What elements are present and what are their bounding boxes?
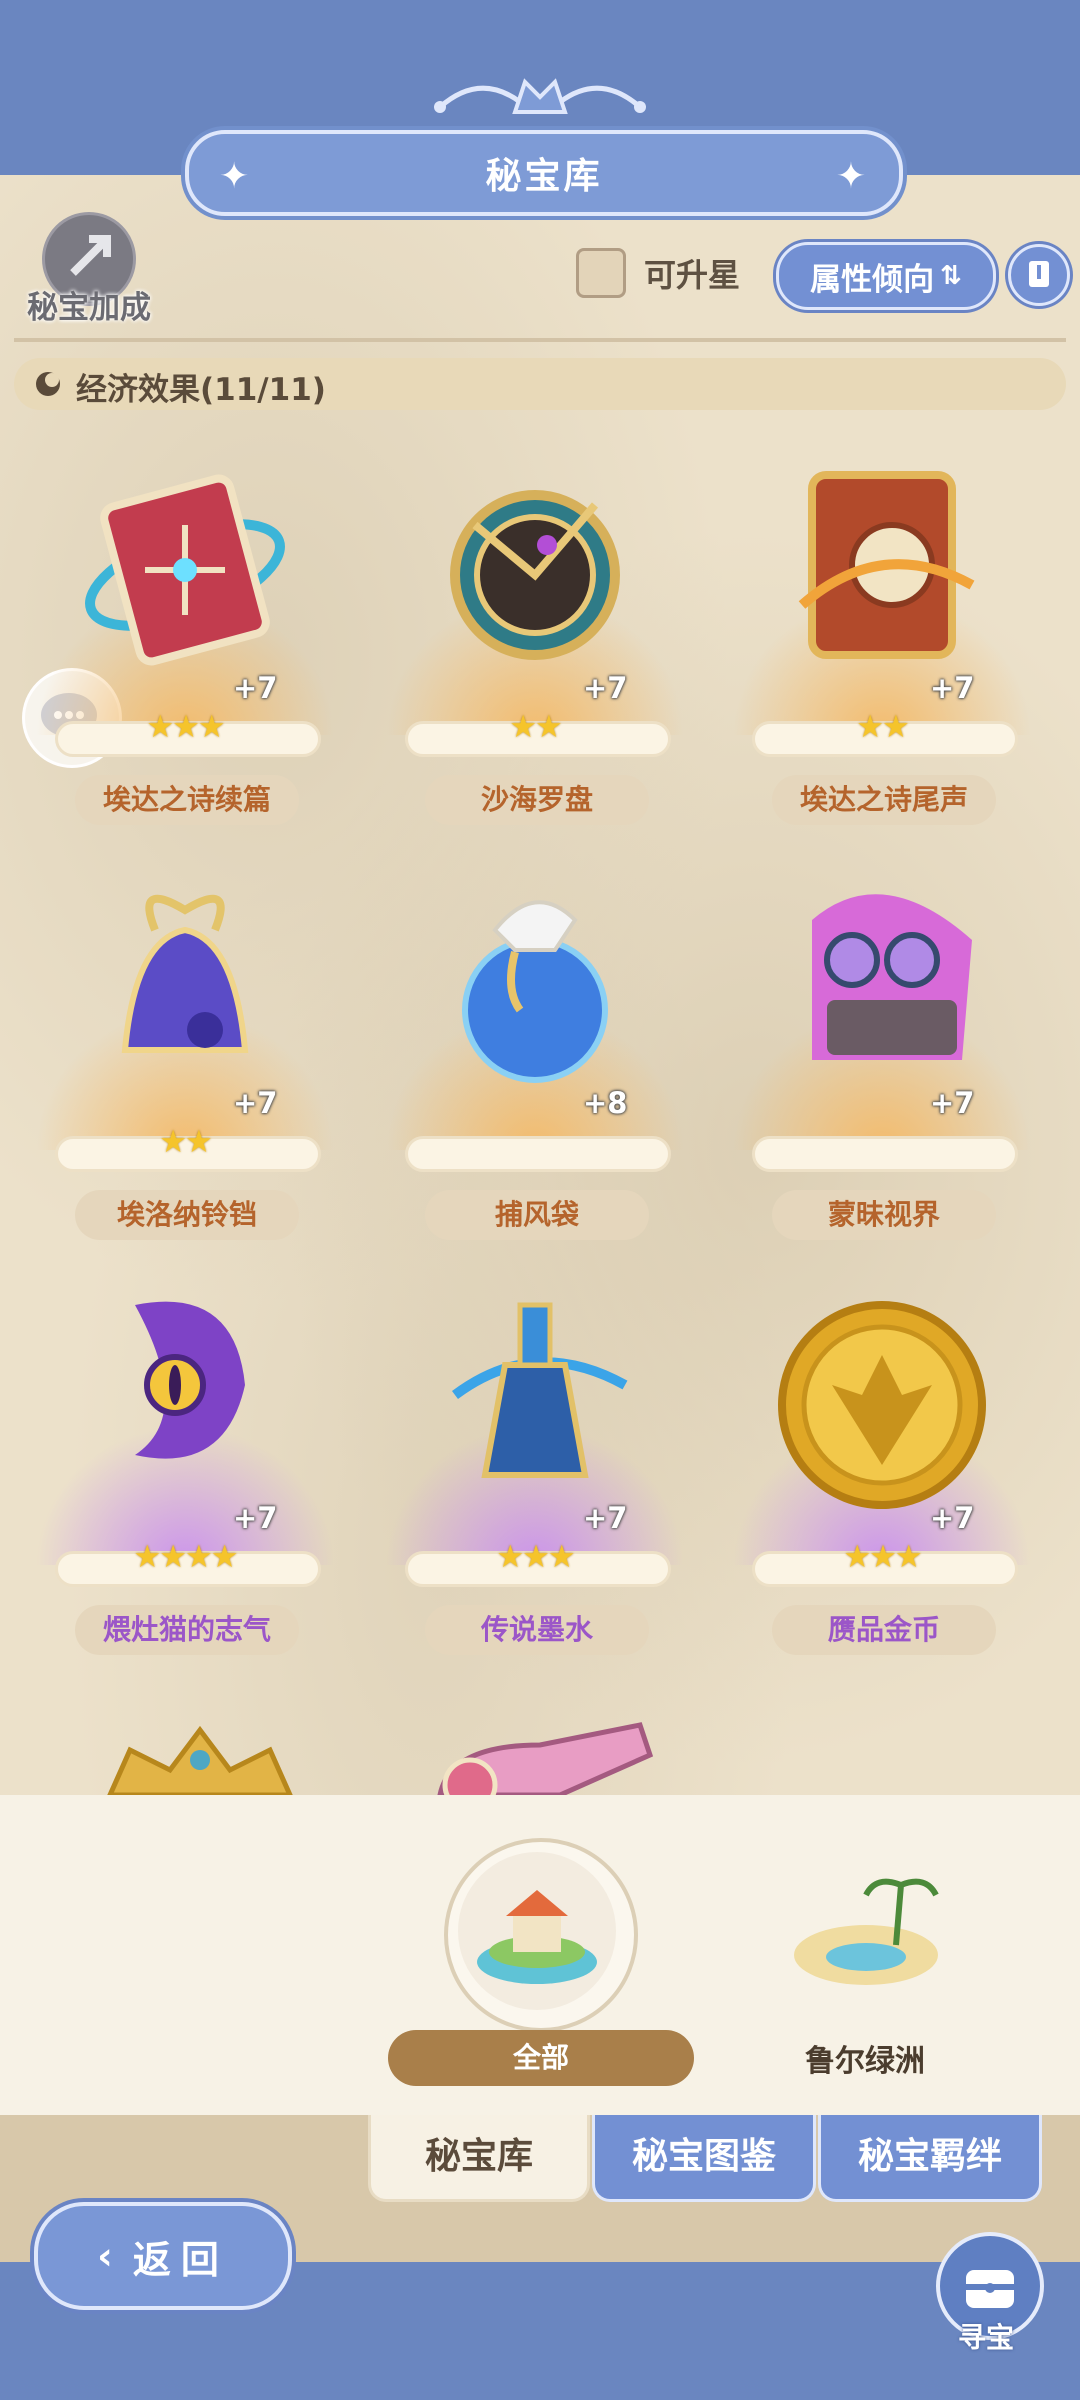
banner-star-icon: ✦: [835, 156, 869, 197]
item-card[interactable]: +7 ★★ 沙海罗盘: [385, 445, 685, 825]
bonus-button[interactable]: 秘宝加成: [14, 212, 164, 326]
item-name: 赝品金币: [772, 1605, 996, 1655]
sort-icon: ⇅: [940, 261, 962, 291]
tab-bond[interactable]: 秘宝羁绊: [818, 2115, 1042, 2202]
item-card[interactable]: +7 ★★★ 传说墨水: [385, 1275, 685, 1655]
back-button[interactable]: ‹ 返回: [34, 2202, 292, 2310]
brown-book-icon: [798, 471, 975, 659]
item-card[interactable]: +7 蒙昧视界: [732, 860, 1032, 1240]
item-card[interactable]: +8 捕风袋: [385, 860, 685, 1240]
item-name: 埃达之诗续篇: [75, 775, 299, 825]
book-icon: [1029, 261, 1049, 287]
region-all-button[interactable]: [458, 1852, 616, 2010]
item-name: 煨灶猫的志气: [75, 1605, 299, 1655]
treasure-label[interactable]: 寻宝: [930, 2316, 1042, 2356]
house-island-icon: [477, 1890, 597, 1984]
ink-bottle-icon: [452, 1302, 628, 1478]
item-name: 埃达之诗尾声: [772, 775, 996, 825]
sort-button[interactable]: 属性倾向 ⇅: [776, 242, 996, 310]
item-level: +7: [930, 1086, 975, 1120]
item-level: +7: [583, 1501, 628, 1535]
tab-codex[interactable]: 秘宝图鉴: [592, 2115, 816, 2202]
book-button[interactable]: [1008, 244, 1070, 306]
item-card[interactable]: +7 ★★ 埃洛纳铃铛: [35, 860, 335, 1240]
item-card[interactable]: +7 ★★ 埃达之诗尾声: [732, 445, 1032, 825]
red-book-icon: [85, 474, 285, 666]
back-label: 返回: [132, 2237, 229, 2282]
section-title: 经济效果(11/11): [76, 372, 326, 408]
back-arrow-icon: ‹: [97, 2234, 123, 2278]
gold-coin-icon: [778, 1301, 986, 1509]
item-level: +7: [930, 671, 975, 705]
title-banner: ✦ 秘宝库 ✦: [185, 130, 903, 216]
section-header: 经济效果(11/11): [14, 358, 1066, 410]
page-title: 秘宝库: [485, 156, 603, 197]
wind-bag-icon: [462, 900, 608, 1083]
banner-star-icon: ✦: [219, 156, 253, 197]
upgradable-checkbox[interactable]: [576, 248, 626, 298]
bonus-label: 秘宝加成: [27, 290, 151, 326]
goggles-icon: [812, 894, 972, 1060]
item-card[interactable]: +7 ★★★★ 煨灶猫的志气: [35, 1275, 335, 1655]
title-ornament-icon: [434, 78, 646, 114]
item-card[interactable]: +7 ★★★ 埃达之诗续篇: [35, 445, 335, 825]
item-stars: ★★★: [496, 1539, 575, 1575]
tab-vault[interactable]: 秘宝库: [368, 2115, 590, 2202]
economy-icon: [36, 372, 60, 396]
divider: [14, 338, 1066, 342]
item-level: +7: [233, 671, 278, 705]
compass-icon: [450, 490, 620, 660]
pedestal: [405, 1136, 671, 1172]
pedestal: [752, 1136, 1018, 1172]
item-name: 蒙昧视界: [772, 1190, 996, 1240]
region-oasis-label[interactable]: 鲁尔绿洲: [760, 2036, 970, 2080]
sort-label: 属性倾向: [810, 261, 935, 298]
item-level: +7: [583, 671, 628, 705]
item-name: 沙海罗盘: [425, 775, 649, 825]
item-stars: ★★: [159, 1124, 213, 1160]
item-level: +7: [930, 1501, 975, 1535]
crown-icon: [107, 1725, 293, 1795]
telescope-icon: [437, 1722, 654, 1795]
item-name: 传说墨水: [425, 1605, 649, 1655]
item-level: +7: [233, 1501, 278, 1535]
item-name: 捕风袋: [425, 1190, 649, 1240]
oasis-island-icon[interactable]: [786, 1855, 946, 1995]
item-level: +8: [583, 1086, 628, 1120]
bell-icon: [121, 894, 249, 1053]
item-stars: ★★: [856, 709, 910, 745]
item-stars: ★★★: [843, 1539, 922, 1575]
region-all-label[interactable]: 全部: [388, 2030, 694, 2086]
cat-eye-icon: [135, 1301, 245, 1459]
item-name: 埃洛纳铃铛: [75, 1190, 299, 1240]
item-level: +7: [233, 1086, 278, 1120]
item-stars: ★★★★: [133, 1539, 238, 1575]
item-stars: ★★: [509, 709, 563, 745]
item-card[interactable]: +7 ★★★ 赝品金币: [732, 1275, 1032, 1655]
item-stars: ★★★: [146, 709, 225, 745]
upgradable-label: 可升星: [644, 256, 741, 294]
